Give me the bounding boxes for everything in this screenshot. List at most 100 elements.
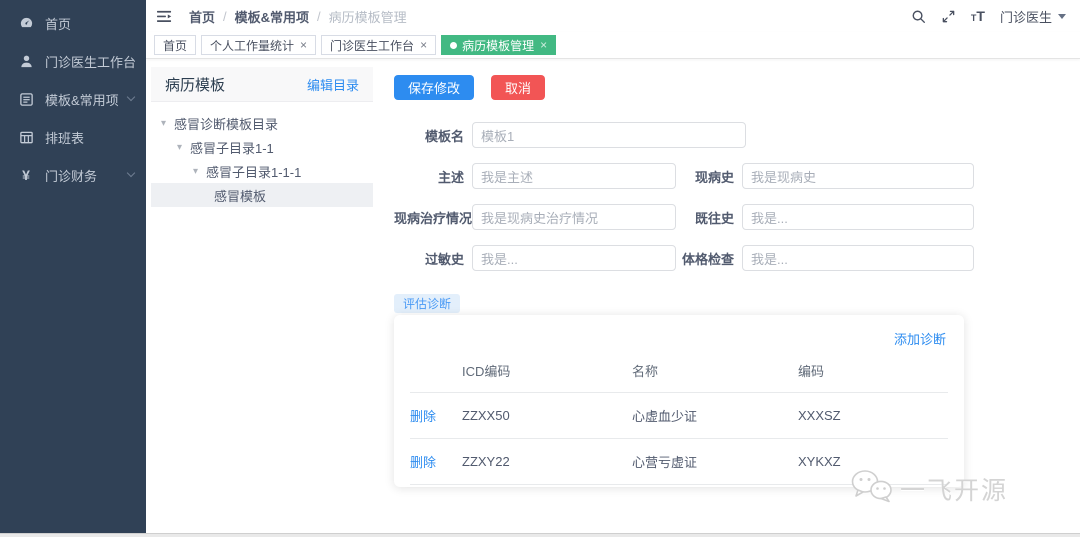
chief-complaint-label: 主述 bbox=[437, 169, 464, 185]
close-icon[interactable]: × bbox=[420, 39, 427, 51]
physical-exam-input[interactable] bbox=[742, 245, 974, 271]
cell-code: XXXSZ bbox=[798, 392, 948, 439]
allergy-history-label: 过敏史 bbox=[424, 251, 464, 267]
treatment-status-input[interactable] bbox=[472, 204, 676, 230]
tree-node-label: 感冒诊断模板目录 bbox=[174, 116, 279, 132]
sidebar: 首页 门诊医生工作台 模板&常用项 排班表 ¥ 门诊财务 bbox=[0, 0, 146, 537]
allergy-history-input[interactable] bbox=[472, 245, 676, 271]
tree-caret-icon[interactable]: ▾ bbox=[177, 142, 185, 153]
breadcrumb-templates[interactable]: 模板&常用项 bbox=[235, 7, 309, 26]
fullscreen-icon[interactable] bbox=[941, 9, 956, 24]
column-code: 编码 bbox=[798, 364, 825, 379]
tags-bar: 首页 个人工作量统计 × 门诊医生工作台 × 病历模板管理 × bbox=[146, 32, 1080, 59]
user-name: 门诊医生 bbox=[999, 9, 1052, 25]
tree-node-label: 感冒子目录1-1 bbox=[190, 140, 274, 156]
tab-label: 门诊医生工作台 bbox=[330, 38, 415, 53]
sidebar-item-templates[interactable]: 模板&常用项 bbox=[0, 80, 146, 118]
caret-down-icon bbox=[1058, 13, 1066, 19]
form-row: 现病治疗情况 既往史 bbox=[394, 204, 1080, 230]
delete-link[interactable]: 删除 bbox=[410, 409, 436, 424]
tree-caret-icon[interactable]: ▾ bbox=[193, 166, 201, 177]
tree-node-label: 感冒子目录1-1-1 bbox=[206, 164, 302, 180]
column-icd-code: ICD编码 bbox=[462, 364, 511, 379]
tree-node[interactable]: ▾ 感冒子目录1-1 bbox=[151, 135, 373, 159]
table-row: 删除 ZZXX50 心虚血少证 XXXSZ bbox=[410, 392, 948, 439]
breadcrumb-separator: / bbox=[317, 8, 321, 24]
sidebar-item-label: 模板&常用项 bbox=[45, 92, 119, 108]
tree-node[interactable]: ▾ 感冒诊断模板目录 bbox=[151, 111, 373, 135]
search-icon[interactable] bbox=[911, 9, 926, 24]
sidebar-item-label: 门诊财务 bbox=[45, 168, 98, 184]
cell-name: 心虚血少证 bbox=[632, 392, 798, 439]
add-diagnosis-link[interactable]: 添加诊断 bbox=[894, 332, 946, 347]
close-icon[interactable]: × bbox=[300, 39, 307, 51]
tab-doctor-workbench[interactable]: 门诊医生工作台 × bbox=[321, 35, 437, 55]
chevron-down-icon bbox=[126, 92, 136, 102]
yuan-icon: ¥ bbox=[22, 167, 30, 183]
tree-node[interactable]: ▾ 感冒子目录1-1-1 bbox=[151, 159, 373, 183]
sidebar-item-label: 排班表 bbox=[45, 130, 85, 146]
sidebar-item-schedule[interactable]: 排班表 bbox=[0, 118, 146, 156]
delete-link[interactable]: 删除 bbox=[410, 455, 436, 470]
diagnosis-table: ICD编码 名称 编码 删除 ZZXX50 心虚血少证 XXXSZ 删除 ZZX… bbox=[410, 353, 948, 485]
breadcrumb-separator: / bbox=[223, 8, 227, 24]
form-row: 主述 现病史 bbox=[394, 163, 1080, 189]
sidebar-item-label: 门诊医生工作台 bbox=[45, 54, 137, 70]
chief-complaint-input[interactable] bbox=[472, 163, 676, 189]
tab-label: 个人工作量统计 bbox=[210, 38, 295, 53]
user-icon bbox=[18, 53, 34, 69]
user-dropdown[interactable]: 门诊医生 bbox=[1000, 7, 1066, 26]
form-actions: 保存修改 取消 bbox=[394, 75, 1080, 100]
wechat-bubbles-icon bbox=[850, 468, 894, 509]
tab-home[interactable]: 首页 bbox=[154, 35, 197, 55]
main-area: 首页 / 模板&常用项 / 病历模板管理 TT 门诊医生 首页 个人工作量统计 … bbox=[146, 0, 1080, 537]
close-icon[interactable]: × bbox=[540, 39, 547, 51]
content: 病历模板 编辑目录 ▾ 感冒诊断模板目录 ▾ 感冒子目录1-1 ▾ 感冒子目录1… bbox=[146, 59, 1080, 533]
tree-panel-header: 病历模板 编辑目录 bbox=[151, 67, 373, 102]
table-header-row: ICD编码 名称 编码 bbox=[410, 353, 948, 393]
template-form: 保存修改 取消 模板名 主述 现病史 现病治疗情况 既往史 bbox=[394, 59, 1080, 487]
panel-title: 病历模板 bbox=[165, 76, 226, 94]
save-button[interactable]: 保存修改 bbox=[394, 75, 475, 100]
template-name-label: 模板名 bbox=[424, 128, 464, 144]
edit-directory-link[interactable]: 编辑目录 bbox=[307, 75, 359, 94]
add-link-row: 添加诊断 bbox=[410, 329, 948, 349]
tab-assessment-diagnosis[interactable]: 评估诊断 bbox=[394, 294, 461, 313]
schedule-table-icon bbox=[18, 129, 34, 145]
horizontal-scrollbar[interactable] bbox=[0, 533, 1080, 537]
column-action bbox=[410, 353, 462, 393]
sidebar-item-home[interactable]: 首页 bbox=[0, 4, 146, 42]
column-name: 名称 bbox=[632, 364, 659, 379]
past-history-label: 既往史 bbox=[694, 210, 734, 226]
sidebar-item-label: 首页 bbox=[45, 16, 72, 32]
collapse-sidebar-icon[interactable] bbox=[156, 9, 173, 24]
tab-personal-workload[interactable]: 个人工作量统计 × bbox=[201, 35, 317, 55]
tree-caret-icon[interactable]: ▾ bbox=[161, 118, 169, 129]
template-tree-panel: 病历模板 编辑目录 ▾ 感冒诊断模板目录 ▾ 感冒子目录1-1 ▾ 感冒子目录1… bbox=[151, 67, 373, 207]
cell-name: 心营亏虚证 bbox=[632, 438, 798, 485]
template-name-input[interactable] bbox=[472, 122, 746, 148]
form-row: 模板名 bbox=[394, 122, 1080, 148]
form-row: 过敏史 体格检查 bbox=[394, 245, 1080, 271]
watermark: 一飞开源 bbox=[850, 468, 1008, 509]
active-dot bbox=[450, 41, 458, 49]
past-history-input[interactable] bbox=[742, 204, 974, 230]
tab-label: 病历模板管理 bbox=[462, 38, 535, 53]
tree-node-label: 感冒模板 bbox=[214, 188, 267, 204]
cancel-button[interactable]: 取消 bbox=[491, 75, 546, 100]
tree-node-selected[interactable]: 感冒模板 bbox=[151, 183, 373, 207]
app-window: 首页 门诊医生工作台 模板&常用项 排班表 ¥ 门诊财务 首页 / 模板&常用项… bbox=[0, 0, 1080, 537]
tab-template-management[interactable]: 病历模板管理 × bbox=[441, 35, 557, 55]
dashboard-icon bbox=[18, 15, 34, 31]
template-tree: ▾ 感冒诊断模板目录 ▾ 感冒子目录1-1 ▾ 感冒子目录1-1-1 感冒模板 bbox=[151, 102, 373, 207]
sidebar-item-doctor-workbench[interactable]: 门诊医生工作台 bbox=[0, 42, 146, 80]
diagnosis-card: 添加诊断 ICD编码 名称 编码 删除 ZZXX50 心虚血少证 XXXSZ 删… bbox=[394, 315, 964, 487]
watermark-text: 一飞开源 bbox=[899, 476, 1008, 505]
topbar-tools: TT 门诊医生 bbox=[911, 7, 1066, 26]
font-size-icon[interactable]: TT bbox=[971, 8, 985, 24]
breadcrumb-current: 病历模板管理 bbox=[328, 9, 407, 25]
sidebar-item-finance[interactable]: ¥ 门诊财务 bbox=[0, 156, 146, 194]
present-illness-input[interactable] bbox=[742, 163, 974, 189]
breadcrumb-home[interactable]: 首页 bbox=[189, 7, 215, 26]
template-list-icon bbox=[18, 91, 34, 107]
